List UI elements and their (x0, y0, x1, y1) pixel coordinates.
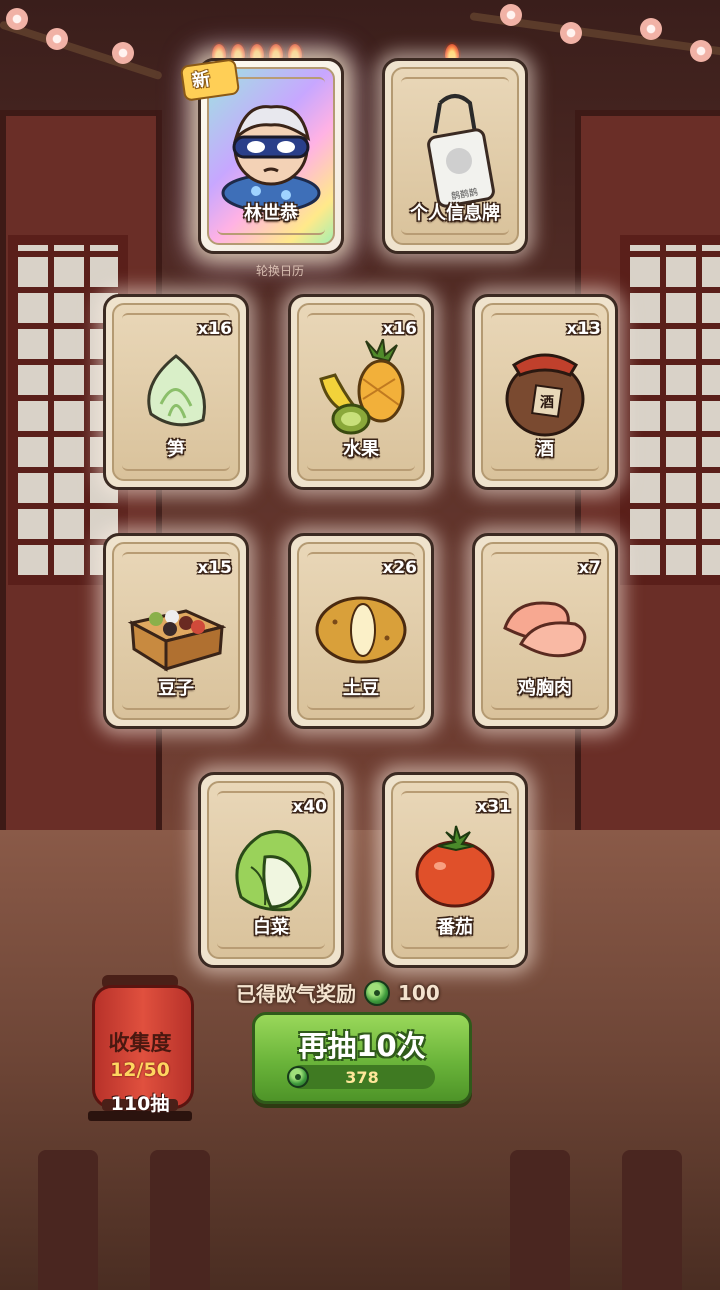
card-label: 个人信息牌 (410, 203, 500, 224)
new-badge: 新 (172, 58, 242, 102)
card-label: 酒 (536, 439, 554, 460)
left-post-2 (150, 1150, 210, 1290)
blossom (560, 22, 582, 44)
card-count: x15 (197, 558, 232, 578)
card-beans[interactable]: x15 豆子 (103, 533, 249, 729)
card-bamboo-shoot[interactable]: x16 笋 (103, 294, 249, 490)
card-label: 林世恭 (244, 203, 298, 224)
right-post-2 (622, 1150, 682, 1290)
draw-cost-value: 378 (345, 1067, 379, 1087)
jade-coin-icon (287, 1066, 309, 1088)
beans-box-icon (127, 608, 226, 672)
jade-coin-icon (364, 979, 390, 1006)
blossom (6, 8, 28, 30)
blossom (500, 4, 522, 26)
blossom-branch-left (0, 20, 163, 81)
collection-draws: 110抽 (110, 1093, 170, 1115)
card-label: 豆子 (158, 678, 194, 699)
card-label: 土豆 (343, 678, 379, 699)
card-cabbage[interactable]: x40 白菜 (198, 772, 344, 968)
card-count: x16 (382, 319, 417, 339)
bamboo-shoot-icon (147, 353, 206, 426)
fruit-basket-icon (319, 338, 405, 435)
card-chicken-breast[interactable]: x7 鸡胸肉 (472, 533, 618, 729)
card-label: 白菜 (253, 917, 289, 938)
chicken-breast-icon (503, 601, 587, 657)
draw-again-label: 再抽10次 (298, 1029, 426, 1063)
card-count: x16 (197, 319, 232, 339)
draw-again-button[interactable]: 再抽10次 378 (252, 1012, 472, 1104)
collection-lantern[interactable]: 收集度 12/50 110抽 (88, 975, 194, 1125)
card-fruit[interactable]: x16 水果 (288, 294, 434, 490)
wine-jar-icon: 酒 (505, 353, 585, 437)
card-label: 番茄 (437, 917, 473, 938)
card-count: x40 (292, 797, 327, 817)
card-label: 鸡胸肉 (518, 678, 572, 699)
collection-progress: 12/50 (110, 1059, 170, 1081)
reward-value: 100 (398, 980, 440, 1005)
card-profile-tag[interactable]: 鹊鹊鹊 个人信息牌 (382, 58, 528, 254)
card-count: x13 (566, 319, 601, 339)
right-window-lattice (620, 235, 720, 585)
cabbage-icon (235, 829, 312, 911)
blossom (640, 18, 662, 40)
potato-icon (315, 596, 407, 664)
tomato-icon (415, 825, 495, 908)
reward-text: 已得欧气奖励 (236, 982, 356, 1006)
card-label: 水果 (343, 439, 379, 460)
left-post (38, 1150, 98, 1290)
blossom (112, 42, 134, 64)
card-count: x31 (476, 797, 511, 817)
collection-title: 收集度 (108, 1031, 172, 1055)
right-post (510, 1150, 570, 1290)
draw-cost: 378 (287, 1065, 435, 1089)
card-count: x26 (382, 558, 417, 578)
rotation-calendar-caption: 轮换日历 (255, 264, 304, 278)
card-label: 笋 (167, 439, 185, 460)
card-tomato[interactable]: x31 番茄 (382, 772, 528, 968)
blossom (690, 40, 712, 62)
card-potato[interactable]: x26 土豆 (288, 533, 434, 729)
blossom (46, 28, 68, 50)
card-count: x7 (578, 558, 601, 578)
masked-character-icon (221, 104, 321, 213)
card-wine[interactable]: x13 酒 酒 (472, 294, 618, 490)
name-tag-icon: 鹊鹊鹊 (427, 93, 495, 208)
jar-text: 酒 (540, 395, 554, 411)
reward-summary: 已得欧气奖励 100 (236, 978, 440, 1007)
